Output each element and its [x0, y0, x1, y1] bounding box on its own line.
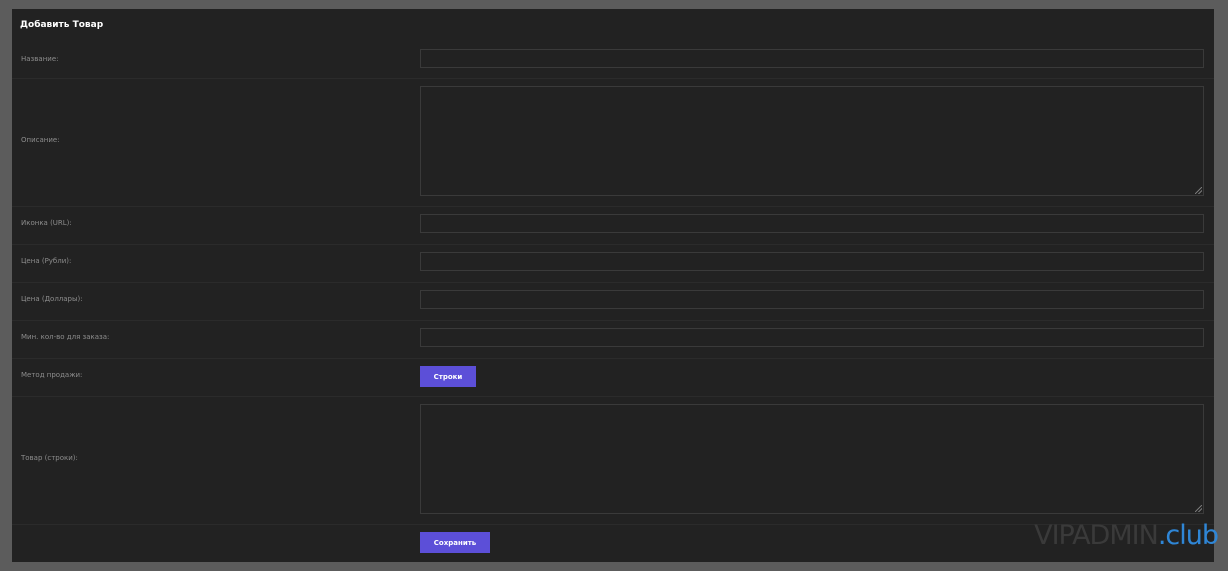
name-label: Название:: [21, 55, 59, 63]
row-product: Товар (строки):: [12, 397, 1214, 525]
save-button[interactable]: Сохранить: [420, 532, 490, 553]
watermark-domain: .club: [1157, 520, 1219, 551]
price-usd-input[interactable]: [420, 290, 1204, 309]
icon-url-input[interactable]: [420, 214, 1204, 233]
description-textarea[interactable]: [420, 86, 1204, 196]
row-price-usd: Цена (Доллары):: [12, 283, 1214, 321]
row-description: Описание:: [12, 79, 1214, 207]
min-qty-label: Мин. кол-во для заказа:: [21, 333, 110, 341]
product-textarea[interactable]: [420, 404, 1204, 514]
watermark-text: VIPADMIN: [1034, 520, 1159, 551]
add-product-panel: Добавить Товар Название: Описание: Иконк…: [12, 9, 1214, 562]
icon-label: Иконка (URL):: [21, 219, 72, 227]
page-title: Добавить Товар: [20, 20, 104, 30]
product-label: Товар (строки):: [21, 454, 78, 462]
watermark: VIPADMIN.club: [1034, 520, 1219, 551]
min-qty-input[interactable]: [420, 328, 1204, 347]
description-label: Описание:: [21, 136, 60, 144]
sale-method-button[interactable]: Строки: [420, 366, 476, 387]
row-sale-method: Метод продажи: Строки: [12, 359, 1214, 397]
sale-method-label: Метод продажи:: [21, 371, 83, 379]
resize-grip-icon[interactable]: [1195, 187, 1202, 194]
row-min-qty: Мин. кол-во для заказа:: [12, 321, 1214, 359]
row-price-rub: Цена (Рубли):: [12, 245, 1214, 283]
resize-grip-icon[interactable]: [1195, 505, 1202, 512]
price-usd-label: Цена (Доллары):: [21, 295, 83, 303]
row-name: Название:: [12, 41, 1214, 79]
price-rub-label: Цена (Рубли):: [21, 257, 72, 265]
price-rub-input[interactable]: [420, 252, 1204, 271]
row-icon: Иконка (URL):: [12, 207, 1214, 245]
name-input[interactable]: [420, 49, 1204, 68]
